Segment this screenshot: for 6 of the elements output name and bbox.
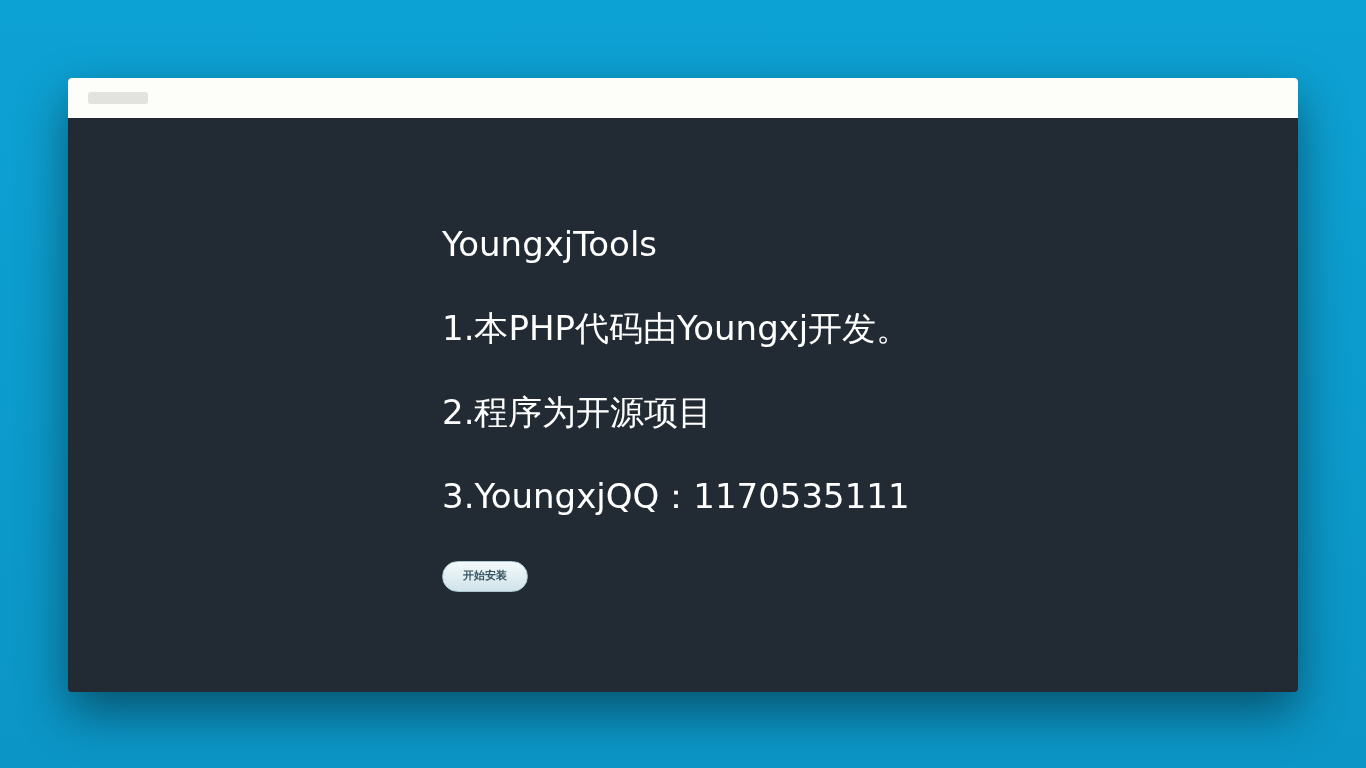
placeholder-bar <box>88 92 148 104</box>
info-line: 1.本PHP代码由Youngxj开发。 <box>442 307 912 350</box>
info-line: 2.程序为开源项目 <box>442 391 714 434</box>
info-line: 3.YoungxjQQ：1170535111 <box>442 475 911 518</box>
app-title: YoungxjTools <box>442 223 659 266</box>
install-button[interactable]: 开始安装 <box>442 561 528 592</box>
